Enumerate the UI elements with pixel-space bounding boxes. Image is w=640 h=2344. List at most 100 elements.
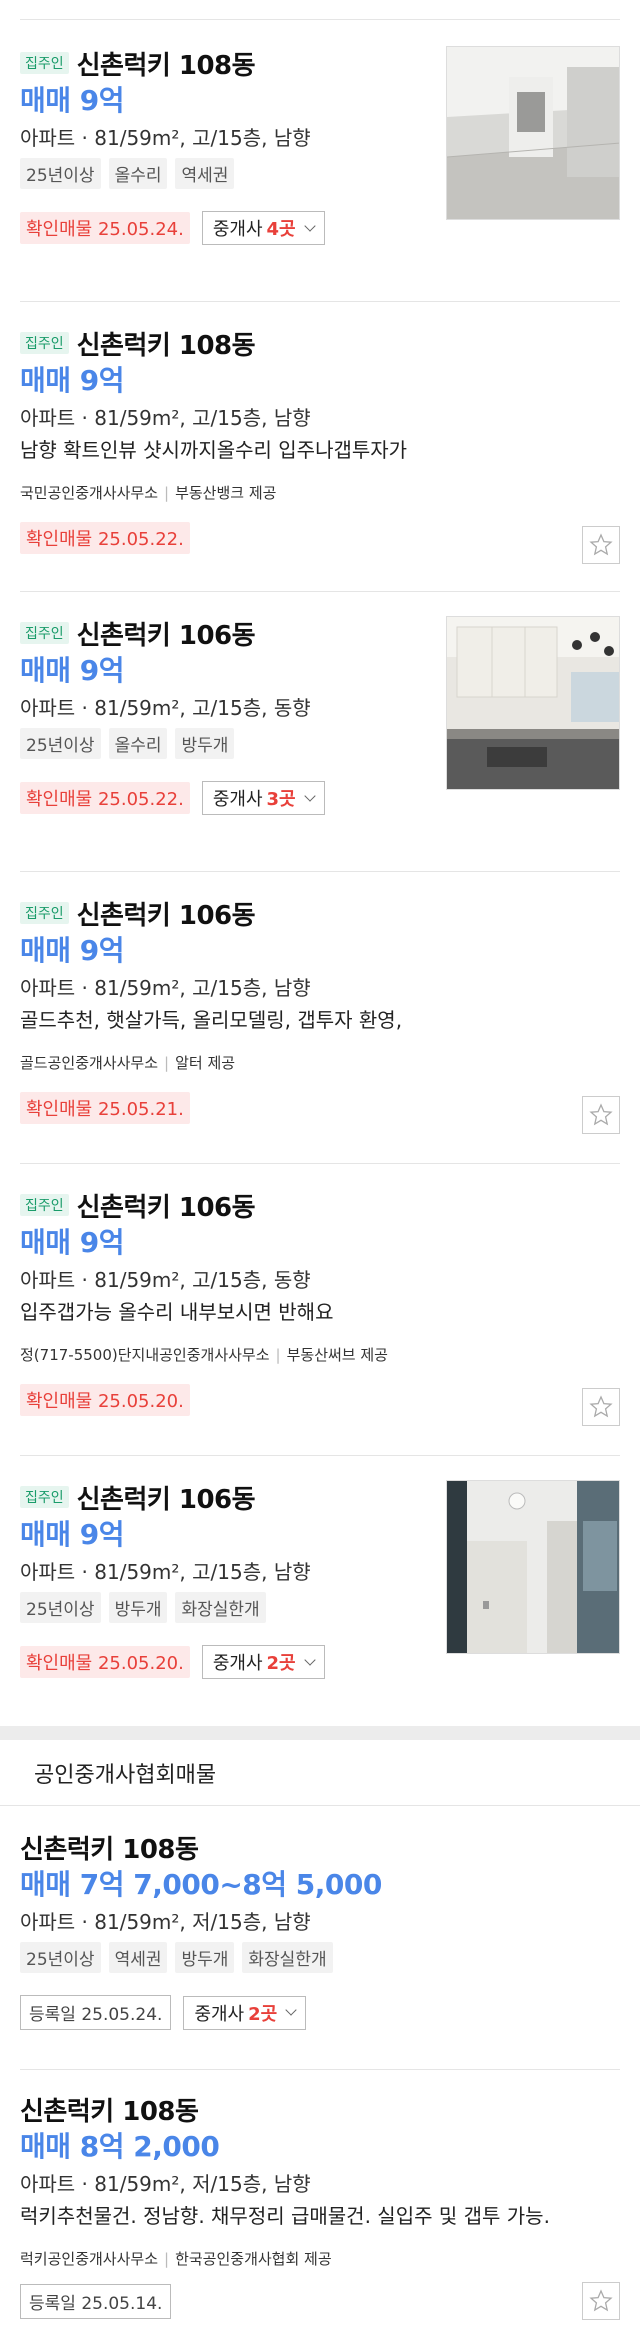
owner-badge: 집주인 — [20, 902, 69, 924]
divider: | — [164, 484, 170, 502]
listing-item[interactable]: 집주인 신촌럭키 108동 매매 9억 아파트 · 81/59m², 고/15층… — [20, 20, 620, 302]
listing-title: 신촌럭키 106동 — [76, 1192, 256, 1223]
broker-count: 4곳 — [266, 219, 296, 240]
listing-price: 매매 9억 — [20, 364, 125, 397]
listing-description: 골드추천, 햇살가득, 올리모델링, 갭투자 환영, — [20, 1008, 403, 1032]
owner-badge: 집주인 — [20, 622, 69, 644]
confirm-date: 확인매물 25.05.22. — [20, 782, 190, 814]
listing-price: 매매 9억 — [20, 934, 125, 967]
tag-list: 25년이상 역세권 방두개 화장실한개 — [20, 1942, 620, 1973]
room-photo — [447, 47, 619, 219]
provider: 부동산써브 제공 — [286, 1346, 388, 1364]
listing-spec: 아파트 · 81/59m², 저/15층, 남향 — [20, 2172, 311, 2196]
listing-item[interactable]: 신촌럭키 108동 매매 7억 7,000~8억 5,000 아파트 · 81/… — [20, 1806, 620, 2070]
broker-label: 중개사 — [212, 789, 263, 810]
listing-price: 매매 9억 — [20, 1226, 125, 1259]
listing-spec: 아파트 · 81/59m², 고/15층, 동향 — [20, 1268, 311, 1292]
listing-item[interactable]: 집주인 신촌럭키 108동 매매 9억 아파트 · 81/59m², 고/15층… — [20, 302, 620, 592]
listing-thumbnail[interactable] — [446, 46, 620, 220]
listing-item[interactable]: 집주인 신촌럭키 106동 매매 9억 아파트 · 81/59m², 고/15층… — [20, 1456, 620, 1726]
agency-name: 정(717-5500)단지내공인중개사사무소 — [20, 1346, 270, 1364]
tag: 25년이상 — [20, 1942, 101, 1973]
owner-badge: 집주인 — [20, 1486, 69, 1508]
listing-item[interactable]: 신촌럭키 108동 매매 8억 2,000 아파트 · 81/59m², 저/1… — [20, 2070, 620, 2344]
chevron-down-icon — [285, 2004, 297, 2016]
listing-price: 매매 8억 2,000 — [20, 2130, 220, 2163]
confirm-date: 확인매물 25.05.22. — [20, 522, 190, 554]
favorite-button[interactable] — [582, 1388, 620, 1426]
agency-info: 국민공인중개사사무소 | 부동산뱅크 제공 — [20, 482, 620, 504]
listing-description: 남향 확트인뷰 샷시까지올수리 입주나갭투자가 — [20, 438, 408, 462]
star-outline-icon — [589, 1395, 613, 1418]
star-outline-icon — [589, 533, 613, 556]
listing-item[interactable]: 집주인 신촌럭키 106동 매매 9억 아파트 · 81/59m², 고/15층… — [20, 872, 620, 1164]
listing-spec: 아파트 · 81/59m², 저/15층, 남향 — [20, 1910, 311, 1934]
agency-name: 럭키공인중개사사무소 — [20, 2250, 159, 2268]
broker-count: 3곳 — [266, 789, 296, 810]
confirm-date: 확인매물 25.05.21. — [20, 1092, 190, 1124]
listing-spec: 아파트 · 81/59m², 고/15층, 남향 — [20, 406, 311, 430]
listing-spec: 아파트 · 81/59m², 고/15층, 남향 — [20, 976, 311, 1000]
tag: 방두개 — [175, 728, 235, 759]
agency-info: 럭키공인중개사사무소 | 한국공인중개사협회 제공 — [20, 2248, 620, 2270]
section-divider — [0, 1726, 640, 1740]
divider: | — [164, 1054, 170, 1072]
chevron-down-icon — [303, 219, 316, 232]
listing-title: 신촌럭키 106동 — [76, 1484, 256, 1515]
listing-title: 신촌럭키 108동 — [20, 1834, 199, 1865]
tag: 역세권 — [108, 1942, 168, 1973]
listing-title: 신촌럭키 106동 — [76, 900, 256, 931]
provider: 부동산뱅크 제공 — [175, 484, 277, 502]
star-outline-icon — [589, 2289, 613, 2312]
listing-description: 입주갭가능 올수리 내부보시면 반해요 — [20, 1300, 334, 1324]
listing-item[interactable]: 집주인 신촌럭키 106동 매매 9억 아파트 · 81/59m², 고/15층… — [20, 592, 620, 872]
tag: 방두개 — [175, 1942, 235, 1973]
listing-title: 신촌럭키 108동 — [76, 330, 256, 361]
divider: | — [164, 2250, 170, 2268]
listing-title: 신촌럭키 106동 — [76, 620, 256, 651]
chevron-down-icon — [303, 789, 316, 802]
tag: 올수리 — [108, 158, 168, 189]
tag: 화장실한개 — [175, 1592, 266, 1623]
broker-count-button[interactable]: 중개사 3곳 — [201, 781, 325, 815]
divider: | — [275, 1346, 281, 1364]
favorite-button[interactable] — [582, 2282, 620, 2320]
agency-info: 정(717-5500)단지내공인중개사사무소 | 부동산써브 제공 — [20, 1344, 620, 1366]
favorite-button[interactable] — [582, 1096, 620, 1134]
owner-badge: 집주인 — [20, 1194, 69, 1216]
broker-label: 중개사 — [194, 2003, 245, 2025]
confirm-date: 확인매물 25.05.24. — [20, 212, 190, 244]
tag: 올수리 — [108, 728, 168, 759]
agency-name: 국민공인중개사사무소 — [20, 484, 159, 502]
broker-label: 중개사 — [212, 219, 263, 240]
provider: 한국공인중개사협회 제공 — [175, 2250, 332, 2268]
listing-page: 집주인 신촌럭키 108동 매매 9억 아파트 · 81/59m², 고/15층… — [0, 0, 640, 2344]
confirm-date: 확인매물 25.05.20. — [20, 1384, 190, 1416]
tag: 25년이상 — [20, 1592, 101, 1623]
broker-count: 2곳 — [266, 1653, 296, 1674]
kitchen-photo — [447, 617, 619, 789]
star-outline-icon — [589, 1103, 613, 1126]
favorite-button[interactable] — [582, 526, 620, 564]
listing-description: 럭키추천물건. 정남향. 채무정리 급매물건. 실입주 및 갭투 가능. — [20, 2204, 550, 2228]
owner-badge: 집주인 — [20, 332, 69, 354]
broker-label: 중개사 — [212, 1653, 263, 1674]
broker-count-button[interactable]: 중개사 4곳 — [201, 211, 325, 245]
broker-count-button[interactable]: 중개사 2곳 — [201, 1645, 325, 1679]
tag: 방두개 — [108, 1592, 168, 1623]
listing-title: 신촌럭키 108동 — [20, 2096, 199, 2127]
tag: 화장실한개 — [242, 1942, 333, 1973]
chevron-down-icon — [303, 1653, 316, 1666]
listing-title: 신촌럭키 108동 — [76, 50, 256, 81]
listing-item[interactable]: 집주인 신촌럭키 106동 매매 9억 아파트 · 81/59m², 고/15층… — [20, 1164, 620, 1456]
listing-thumbnail[interactable] — [446, 616, 620, 790]
confirm-date: 확인매물 25.05.20. — [20, 1646, 190, 1678]
register-date: 등록일 25.05.24. — [20, 1995, 172, 2030]
listing-thumbnail[interactable] — [446, 1480, 620, 1654]
broker-count: 2곳 — [248, 2003, 278, 2025]
tag: 역세권 — [175, 158, 235, 189]
agency-name: 골드공인중개사사무소 — [20, 1054, 159, 1072]
broker-count-button[interactable]: 중개사 2곳 — [183, 1995, 307, 2030]
agency-info: 골드공인중개사사무소 | 알터 제공 — [20, 1052, 620, 1074]
tag: 25년이상 — [20, 728, 101, 759]
